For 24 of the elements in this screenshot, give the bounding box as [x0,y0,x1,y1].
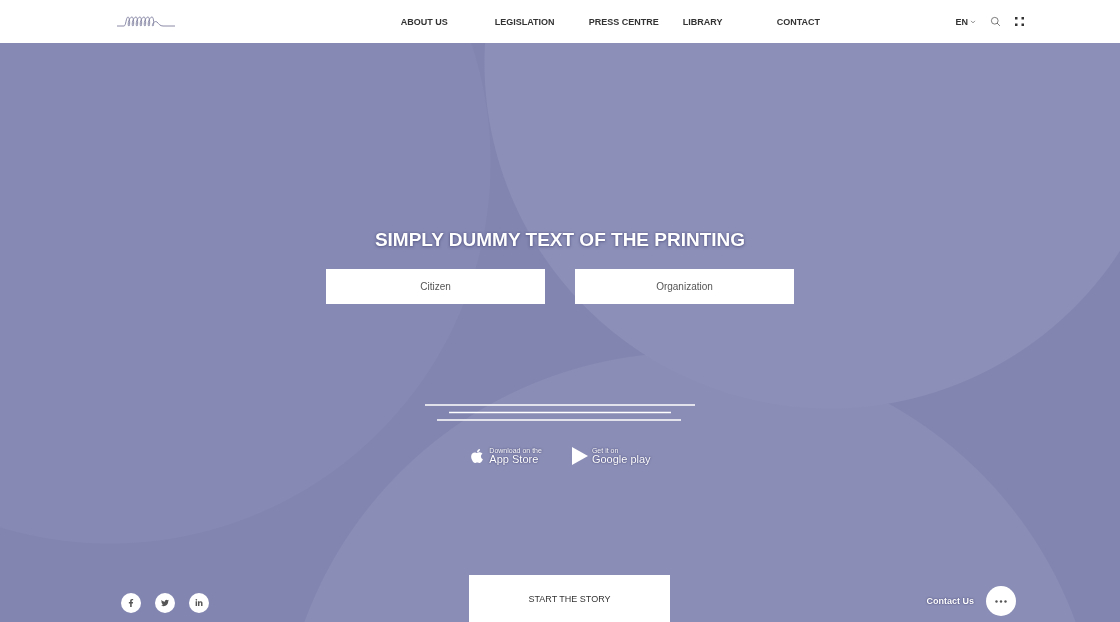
nav-link[interactable]: LEGISLATION [494,16,589,27]
chevron-down-icon [970,18,976,25]
facebook-icon [127,599,135,607]
social-button[interactable] [189,593,209,613]
apple-icon [469,448,486,464]
language-selector[interactable]: EN [955,16,976,27]
start-story-button[interactable]: START THE STORY [469,575,670,622]
nav-link[interactable]: PRESS CENTRE [588,16,683,27]
search-icon[interactable] [990,16,1001,27]
linkedin-icon [195,599,203,607]
hero-title: SIMPLY DUMMY TEXT OF THE PRINTING [374,229,746,251]
coil-logo[interactable] [116,13,176,30]
nav-link[interactable]: LIBRARY [682,16,777,27]
dots-icon [995,599,1007,603]
nav-link[interactable]: CONTACT [776,16,871,27]
choice-button[interactable]: Citizen [326,269,545,304]
choice-button[interactable]: Organization [575,269,794,304]
social-button[interactable] [121,593,141,613]
bird-icon [161,599,169,607]
play-icon [571,447,588,465]
more-button[interactable] [986,586,1016,616]
nav-link[interactable]: ABOUT US [400,16,495,27]
grid-menu-icon[interactable] [1015,17,1024,26]
social-button[interactable] [155,593,175,613]
